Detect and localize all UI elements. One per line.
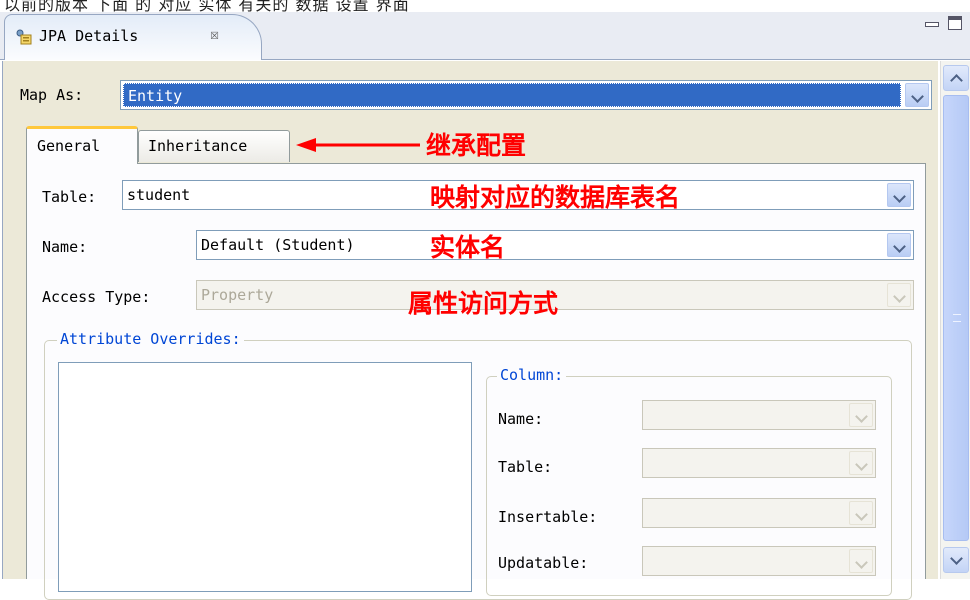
grip-icon [953, 314, 961, 322]
scroll-down-icon[interactable] [943, 547, 969, 573]
access-type-value: Property [201, 286, 274, 304]
annotation-inheritance: 继承配置 [426, 131, 527, 160]
tab-general[interactable]: General [26, 126, 138, 164]
attribute-overrides-list[interactable] [58, 362, 472, 592]
chevron-down-icon[interactable] [887, 233, 911, 257]
chevron-down-icon [887, 283, 911, 307]
map-as-value: Entity [123, 83, 901, 107]
annotation-table: 映射对应的数据库表名 [430, 183, 681, 212]
name-combo[interactable]: Default (Student) [196, 230, 914, 260]
column-insertable-select [642, 498, 876, 528]
clipped-caption: 以前的版本 下面 的 对应 实体 有关的 数据 设置 界面 [0, 0, 970, 12]
chevron-down-icon [849, 451, 873, 475]
scroll-up-icon[interactable] [943, 65, 969, 91]
annotation-arrow [296, 138, 420, 152]
minimize-icon[interactable] [924, 16, 939, 30]
maximize-icon[interactable] [948, 16, 962, 30]
view-tab-jpa-details[interactable]: JPA Details ☒ [4, 14, 262, 60]
column-insertable-label: Insertable: [498, 508, 598, 526]
tab-general-label: General [37, 137, 101, 155]
chevron-down-icon [849, 501, 873, 525]
column-updatable-select [642, 546, 876, 576]
map-as-select[interactable]: Entity [120, 80, 932, 110]
chevron-down-icon [849, 549, 873, 573]
column-table-label: Table: [498, 458, 553, 476]
view-tab-title: JPA Details [39, 27, 139, 45]
tab-inheritance[interactable]: Inheritance [138, 130, 290, 162]
column-table-select [642, 448, 876, 478]
jpa-details-icon [16, 29, 32, 45]
annotation-name: 实体名 [430, 233, 506, 262]
map-as-label: Map As: [20, 86, 84, 104]
scroll-thumb[interactable] [943, 95, 969, 541]
attribute-overrides-legend: Attribute Overrides: [57, 330, 244, 348]
annotation-access: 属性访问方式 [408, 289, 559, 318]
vertical-scrollbar[interactable] [940, 61, 970, 579]
tab-inheritance-label: Inheritance [148, 137, 248, 155]
chevron-down-icon [849, 403, 873, 427]
access-type-label: Access Type: [42, 288, 151, 306]
column-updatable-label: Updatable: [498, 554, 589, 572]
column-name-label: Name: [498, 410, 544, 428]
close-icon[interactable]: ☒ [210, 25, 219, 43]
chevron-down-icon[interactable] [887, 183, 911, 207]
column-legend: Column: [497, 366, 567, 384]
name-value: Default (Student) [201, 236, 355, 254]
table-value: student [127, 186, 191, 204]
table-label: Table: [42, 188, 97, 206]
column-name-select [642, 400, 876, 430]
chevron-down-icon[interactable] [905, 83, 929, 107]
clipped-caption-text: 以前的版本 下面 的 对应 实体 有关的 数据 设置 界面 [4, 0, 410, 12]
name-label: Name: [42, 238, 88, 256]
